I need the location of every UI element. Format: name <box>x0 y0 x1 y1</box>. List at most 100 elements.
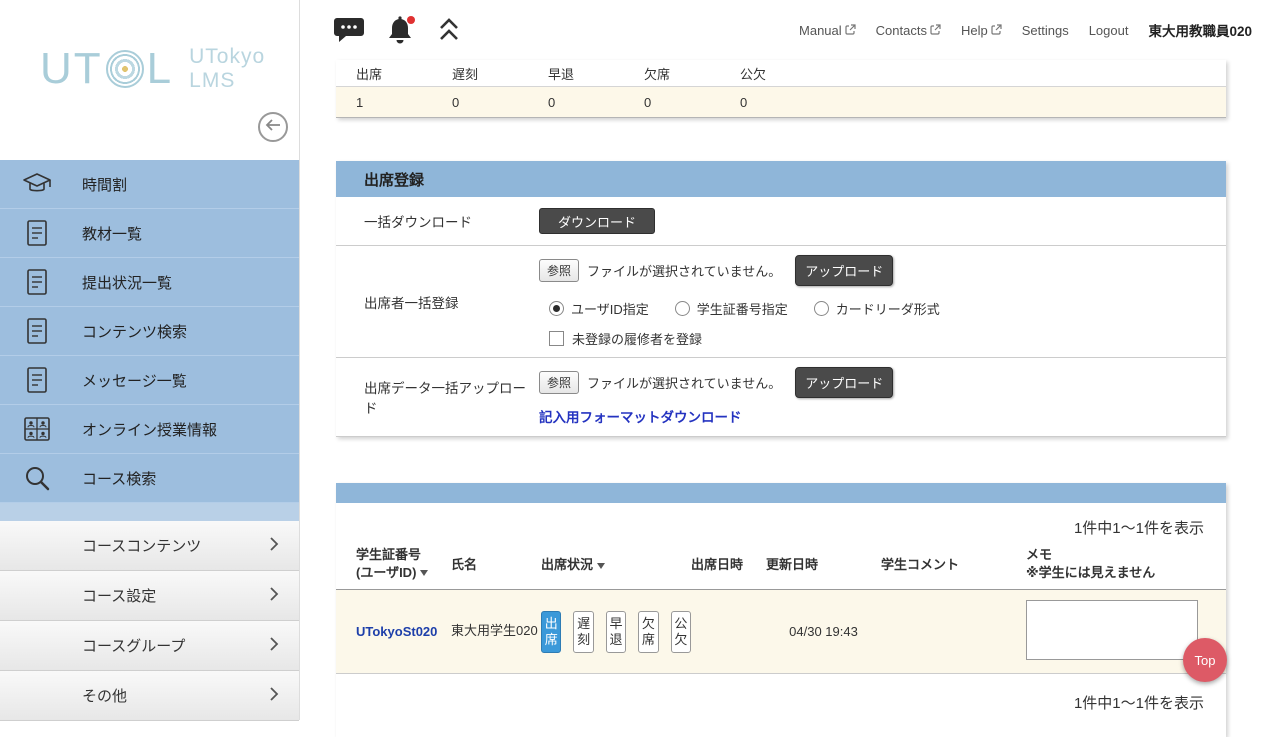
header-student-id-line2: (ユーザID) <box>356 565 416 580</box>
people-grid-icon <box>22 415 52 443</box>
sidebar-item-label: 教材一覧 <box>82 223 142 244</box>
sidebar-item-online-class[interactable]: オンライン授業情報 <box>0 405 299 454</box>
status-button-excused[interactable]: 公欠 <box>671 611 691 653</box>
nav-settings[interactable]: Settings <box>1022 23 1069 38</box>
header-memo-line2: ※学生には見えません <box>1026 564 1226 582</box>
sub-item-label: コースコンテンツ <box>82 535 201 556</box>
student-attendance-section: 1件中1〜1件を表示 学生証番号 (ユーザID) 氏名 出席状況 出席日時 更新… <box>336 483 1226 737</box>
chevron-right-icon <box>269 536 279 556</box>
logo-area: UTL UTokyo LMS <box>0 0 299 160</box>
materials-icon <box>22 219 52 247</box>
timetable-icon <box>22 171 52 197</box>
sidebar-item-submissions[interactable]: 提出状況一覧 <box>0 258 299 307</box>
sidebar-item-materials[interactable]: 教材一覧 <box>0 209 299 258</box>
bulk-register-label: 出席者一括登録 <box>336 246 536 357</box>
header-student-id-line1: 学生証番号 <box>356 546 451 564</box>
header-memo: メモ ※学生には見えません <box>1026 546 1226 581</box>
upload-button[interactable]: アップロード <box>795 255 893 286</box>
status-button-present[interactable]: 出席 <box>541 611 561 653</box>
download-button[interactable]: ダウンロード <box>539 208 655 234</box>
student-table-header: 学生証番号 (ユーザID) 氏名 出席状況 出席日時 更新日時 学生コメント メ… <box>336 542 1226 590</box>
logo-o-icon <box>106 50 144 88</box>
sidebar-item-messages[interactable]: メッセージ一覧 <box>0 356 299 405</box>
scroll-to-top-button[interactable]: Top <box>1183 638 1227 682</box>
student-section-header-bar <box>336 483 1226 503</box>
sidebar-item-course-search[interactable]: コース検索 <box>0 454 299 503</box>
attendance-register-section: 出席登録 一括ダウンロード ダウンロード 出席者一括登録 参照 ファイルが選択さ… <box>336 161 1226 437</box>
browse-button[interactable]: 参照 <box>539 259 579 282</box>
sub-item-label: コースグループ <box>82 635 185 656</box>
sidebar-item-content-search[interactable]: コンテンツ検索 <box>0 307 299 356</box>
summary-header-present: 出席 <box>356 64 452 83</box>
status-button-label: 欠席 <box>642 616 655 647</box>
sidebar-divider <box>0 503 299 521</box>
status-button-label: 早退 <box>610 616 623 647</box>
status-button-label: 出席 <box>545 616 558 647</box>
status-button-late[interactable]: 遅刻 <box>573 611 593 653</box>
sidebar-item-course-settings[interactable]: コース設定 <box>0 571 299 621</box>
status-button-early-leave[interactable]: 早退 <box>606 611 626 653</box>
browse-button[interactable]: 参照 <box>539 371 579 394</box>
status-button-absent[interactable]: 欠席 <box>638 611 658 653</box>
upload-button[interactable]: アップロード <box>795 367 893 398</box>
chat-icon[interactable] <box>333 16 365 44</box>
data-upload-label: 出席データ一括アップロード <box>336 358 536 436</box>
sort-icon <box>597 563 605 569</box>
chevron-right-icon <box>269 586 279 606</box>
radio-student-id[interactable]: 学生証番号指定 <box>675 299 788 318</box>
nav-help[interactable]: Help <box>961 23 1002 38</box>
header-status[interactable]: 出席状況 <box>541 554 691 573</box>
logged-in-user[interactable]: 東大用教職員020 <box>1148 20 1252 40</box>
summary-header-early-leave: 早退 <box>548 64 644 83</box>
register-unregistered-checkbox[interactable]: 未登録の履修者を登録 <box>539 329 1206 348</box>
student-id-link[interactable]: UTokyoSt020 <box>356 624 437 639</box>
radio-icon <box>549 301 564 316</box>
status-button-label: 公欠 <box>674 616 687 647</box>
sidebar-item-others[interactable]: その他 <box>0 671 299 721</box>
logo-subtitle-line1: UTokyo <box>189 45 265 69</box>
attendance-summary-table: 出席 遅刻 早退 欠席 公欠 1 0 0 0 0 <box>336 60 1226 118</box>
notification-bell-icon[interactable] <box>385 14 417 46</box>
data-upload-row: 出席データ一括アップロード 参照 ファイルが選択されていません。 アップロード … <box>336 358 1226 437</box>
status-button-label: 遅刻 <box>577 616 590 647</box>
summary-header-excused: 公欠 <box>740 64 836 83</box>
logo-subtitle-line2: LMS <box>189 69 265 93</box>
checkbox-label: 未登録の履修者を登録 <box>572 329 702 348</box>
radio-user-id[interactable]: ユーザID指定 <box>549 299 649 318</box>
format-download-link[interactable]: 記入用フォーマットダウンロード <box>539 406 742 426</box>
summary-value-early-leave: 0 <box>548 95 644 110</box>
sidebar-item-label: 提出状況一覧 <box>82 272 172 293</box>
logo-subtitle: UTokyo LMS <box>189 45 265 93</box>
chevron-right-icon <box>269 636 279 656</box>
nav-contacts[interactable]: Contacts <box>876 23 941 38</box>
scroll-to-top-label: Top <box>1195 653 1216 668</box>
header-student-id[interactable]: 学生証番号 (ユーザID) <box>356 546 451 581</box>
external-link-icon <box>930 23 941 38</box>
header-attendance-time: 出席日時 <box>691 554 766 573</box>
nav-manual[interactable]: Manual <box>799 23 856 38</box>
messages-icon <box>22 366 52 394</box>
memo-textarea[interactable] <box>1026 600 1198 660</box>
summary-header-row: 出席 遅刻 早退 欠席 公欠 <box>336 60 1226 86</box>
external-link-icon <box>845 23 856 38</box>
submissions-icon <box>22 268 52 296</box>
nav-logout[interactable]: Logout <box>1089 23 1129 38</box>
summary-header-absent: 欠席 <box>644 64 740 83</box>
radio-label: カードリーダ形式 <box>836 299 940 318</box>
chevron-right-icon <box>269 686 279 706</box>
arrow-left-icon <box>265 118 281 136</box>
sidebar-item-timetable[interactable]: 時間割 <box>0 160 299 209</box>
collapse-up-icon[interactable] <box>437 15 461 45</box>
topbar: Manual Contacts Help Settings Logout 東大用… <box>301 0 1280 60</box>
sidebar-item-label: コース検索 <box>82 468 156 489</box>
sidebar-collapse-button[interactable] <box>258 112 288 142</box>
bulk-download-label: 一括ダウンロード <box>336 197 536 245</box>
summary-value-absent: 0 <box>644 95 740 110</box>
radio-card-reader[interactable]: カードリーダ形式 <box>814 299 940 318</box>
sidebar-item-label: コンテンツ検索 <box>82 321 187 342</box>
external-link-icon <box>991 23 1002 38</box>
utol-logo: UTL <box>40 44 173 94</box>
sidebar-item-course-contents[interactable]: コースコンテンツ <box>0 521 299 571</box>
sidebar-item-course-group[interactable]: コースグループ <box>0 621 299 671</box>
header-name: 氏名 <box>451 554 541 573</box>
